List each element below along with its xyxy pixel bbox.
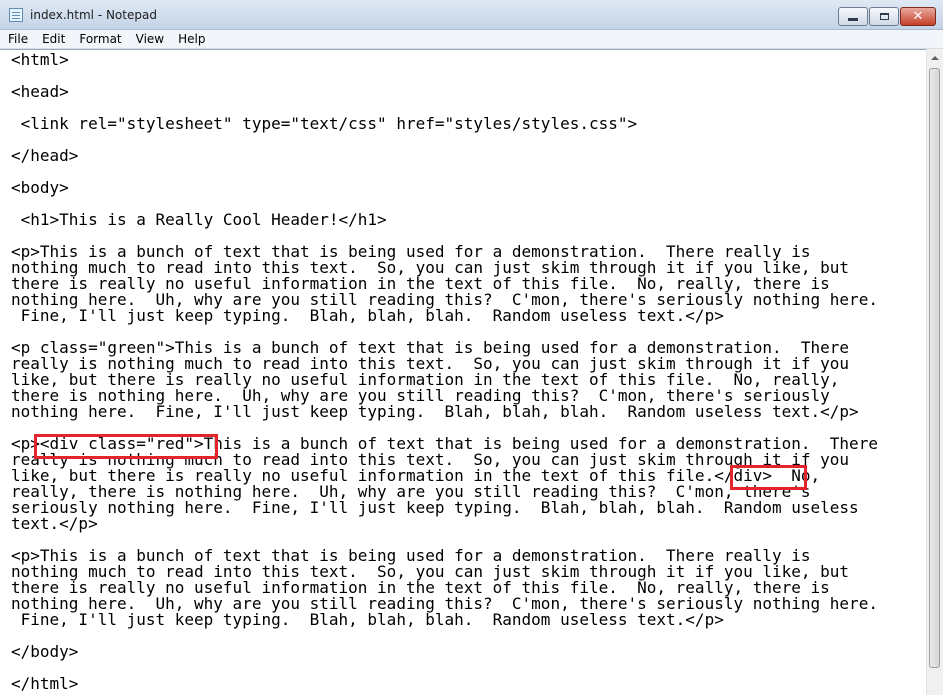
menu-format[interactable]: Format — [72, 30, 128, 49]
window-title: index.html - Notepad — [30, 8, 157, 22]
minimize-button[interactable] — [838, 7, 868, 26]
maximize-icon — [879, 13, 889, 20]
close-button[interactable]: ✕ — [900, 7, 936, 26]
notepad-icon — [9, 8, 23, 22]
menu-file[interactable]: File — [0, 30, 35, 49]
menu-edit[interactable]: Edit — [35, 30, 72, 49]
vertical-scrollbar[interactable] — [926, 49, 943, 695]
close-icon: ✕ — [912, 9, 924, 24]
highlight-div-open-tag — [34, 434, 218, 459]
text-editor-area[interactable]: <html> <head> <link rel="stylesheet" typ… — [0, 49, 926, 695]
menu-view[interactable]: View — [129, 30, 171, 49]
scroll-thumb[interactable] — [929, 68, 940, 668]
menu-bar: File Edit Format View Help — [0, 30, 943, 49]
scroll-up-arrow-icon[interactable] — [927, 49, 943, 66]
menu-help[interactable]: Help — [171, 30, 212, 49]
maximize-button[interactable] — [869, 7, 899, 26]
minimize-icon — [848, 18, 858, 21]
title-bar: index.html - Notepad ✕ — [0, 0, 943, 30]
highlight-div-close-tag — [730, 465, 807, 490]
document-text[interactable]: <html> <head> <link rel="stylesheet" typ… — [11, 52, 878, 692]
